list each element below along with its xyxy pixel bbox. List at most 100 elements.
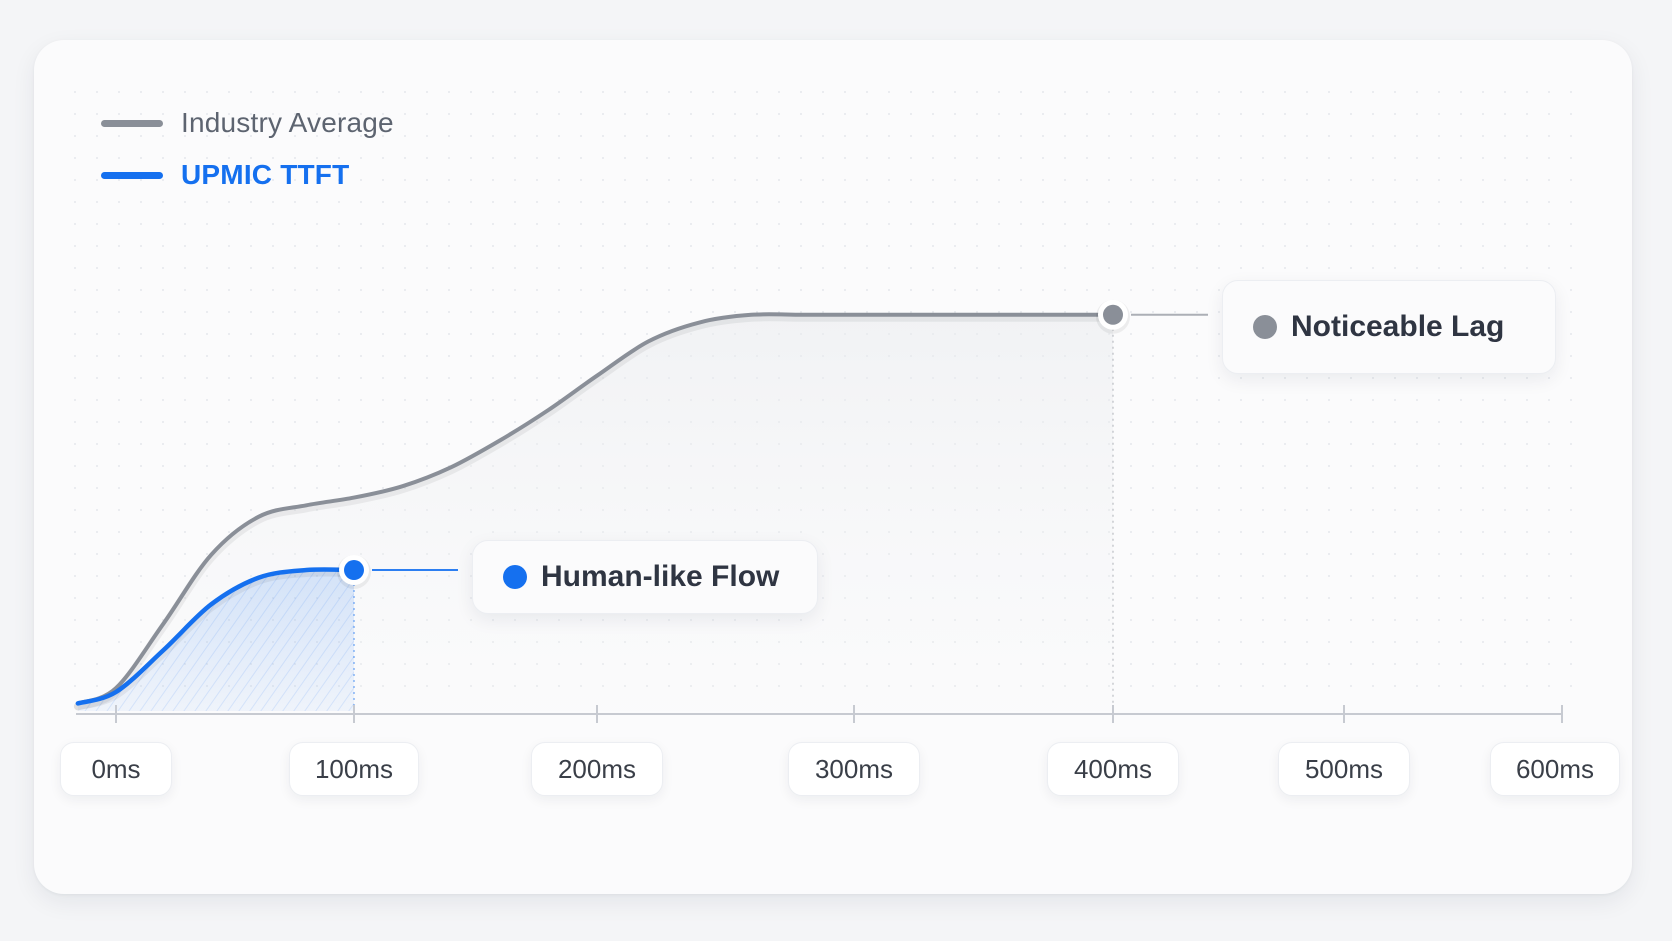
- grid-dot: [1240, 91, 1242, 93]
- grid-dot: [1570, 663, 1572, 665]
- grid-dot: [1130, 443, 1132, 445]
- grid-dot: [118, 465, 120, 467]
- grid-dot: [1460, 531, 1462, 533]
- grid-dot: [118, 597, 120, 599]
- grid-dot: [1548, 179, 1550, 181]
- grid-dot: [998, 289, 1000, 291]
- grid-dot: [1372, 201, 1374, 203]
- grid-dot: [1372, 267, 1374, 269]
- grid-dot: [514, 333, 516, 335]
- grid-dot: [602, 355, 604, 357]
- grid-dot: [1240, 509, 1242, 511]
- grid-dot: [1482, 443, 1484, 445]
- grid-dot: [910, 311, 912, 313]
- grid-dot: [932, 91, 934, 93]
- grid-dot: [250, 487, 252, 489]
- grid-dot: [74, 663, 76, 665]
- grid-dot: [1570, 443, 1572, 445]
- grid-dot: [448, 443, 450, 445]
- grid-dot: [162, 91, 164, 93]
- grid-dot: [470, 267, 472, 269]
- grid-dot: [294, 245, 296, 247]
- grid-dot: [954, 157, 956, 159]
- grid-dot: [1218, 135, 1220, 137]
- grid-dot: [536, 223, 538, 225]
- grid-dot: [470, 355, 472, 357]
- grid-dot: [74, 575, 76, 577]
- grid-dot: [778, 179, 780, 181]
- grid-dot: [558, 91, 560, 93]
- grid-dot: [1042, 201, 1044, 203]
- grid-dot: [910, 113, 912, 115]
- grid-dot: [1262, 157, 1264, 159]
- grid-dot: [1548, 223, 1550, 225]
- grid-dot: [118, 421, 120, 423]
- grid-dot: [1240, 553, 1242, 555]
- grid-dot: [492, 421, 494, 423]
- grid-dot: [1350, 179, 1352, 181]
- grid-dot: [1394, 531, 1396, 533]
- grid-dot: [492, 113, 494, 115]
- grid-dot: [1350, 597, 1352, 599]
- grid-dot: [580, 333, 582, 335]
- grid-dot: [602, 267, 604, 269]
- grid-dot: [536, 377, 538, 379]
- grid-dot: [250, 355, 252, 357]
- grid-dot: [382, 377, 384, 379]
- grid-dot: [1262, 531, 1264, 533]
- grid-dot: [998, 91, 1000, 93]
- grid-dot: [1108, 289, 1110, 291]
- grid-dot: [1262, 377, 1264, 379]
- grid-dot: [118, 553, 120, 555]
- grid-dot: [1394, 377, 1396, 379]
- grid-dot: [602, 135, 604, 137]
- grid-dot: [118, 663, 120, 665]
- grid-dot: [536, 355, 538, 357]
- grid-dot: [1438, 267, 1440, 269]
- grid-dot: [866, 201, 868, 203]
- grid-dot: [1372, 597, 1374, 599]
- grid-dot: [1416, 685, 1418, 687]
- grid-dot: [624, 245, 626, 247]
- grid-dot: [228, 443, 230, 445]
- grid-dot: [1394, 509, 1396, 511]
- grid-dot: [1350, 465, 1352, 467]
- grid-dot: [1504, 531, 1506, 533]
- grid-dot: [1240, 113, 1242, 115]
- grid-dot: [1174, 553, 1176, 555]
- grid-dot: [74, 355, 76, 357]
- grid-dot: [140, 553, 142, 555]
- x-tick-label: 400ms: [1047, 742, 1179, 796]
- grid-dot: [74, 91, 76, 93]
- grid-dot: [1174, 289, 1176, 291]
- grid-dot: [1306, 267, 1308, 269]
- grid-dot: [1262, 201, 1264, 203]
- grid-dot: [1570, 113, 1572, 115]
- grid-dot: [1372, 641, 1374, 643]
- grid-dot: [1240, 179, 1242, 181]
- grid-dot: [1152, 597, 1154, 599]
- grid-dot: [448, 421, 450, 423]
- grid-dot: [294, 399, 296, 401]
- grid-dot: [932, 157, 934, 159]
- grid-dot: [1394, 575, 1396, 577]
- grid-dot: [1460, 465, 1462, 467]
- grid-dot: [624, 179, 626, 181]
- grid-dot: [1350, 113, 1352, 115]
- grid-dot: [250, 509, 252, 511]
- grid-dot: [184, 487, 186, 489]
- grid-dot: [602, 201, 604, 203]
- grid-dot: [140, 597, 142, 599]
- grid-dot: [1174, 465, 1176, 467]
- grid-dot: [1570, 201, 1572, 203]
- grid-dot: [1196, 465, 1198, 467]
- grid-dot: [690, 157, 692, 159]
- grid-dot: [294, 333, 296, 335]
- grid-dot: [1372, 553, 1374, 555]
- grid-dot: [1130, 465, 1132, 467]
- grid-dot: [140, 575, 142, 577]
- grid-dot: [1504, 245, 1506, 247]
- grid-dot: [1196, 355, 1198, 357]
- grid-dot: [1196, 421, 1198, 423]
- grid-dot: [976, 179, 978, 181]
